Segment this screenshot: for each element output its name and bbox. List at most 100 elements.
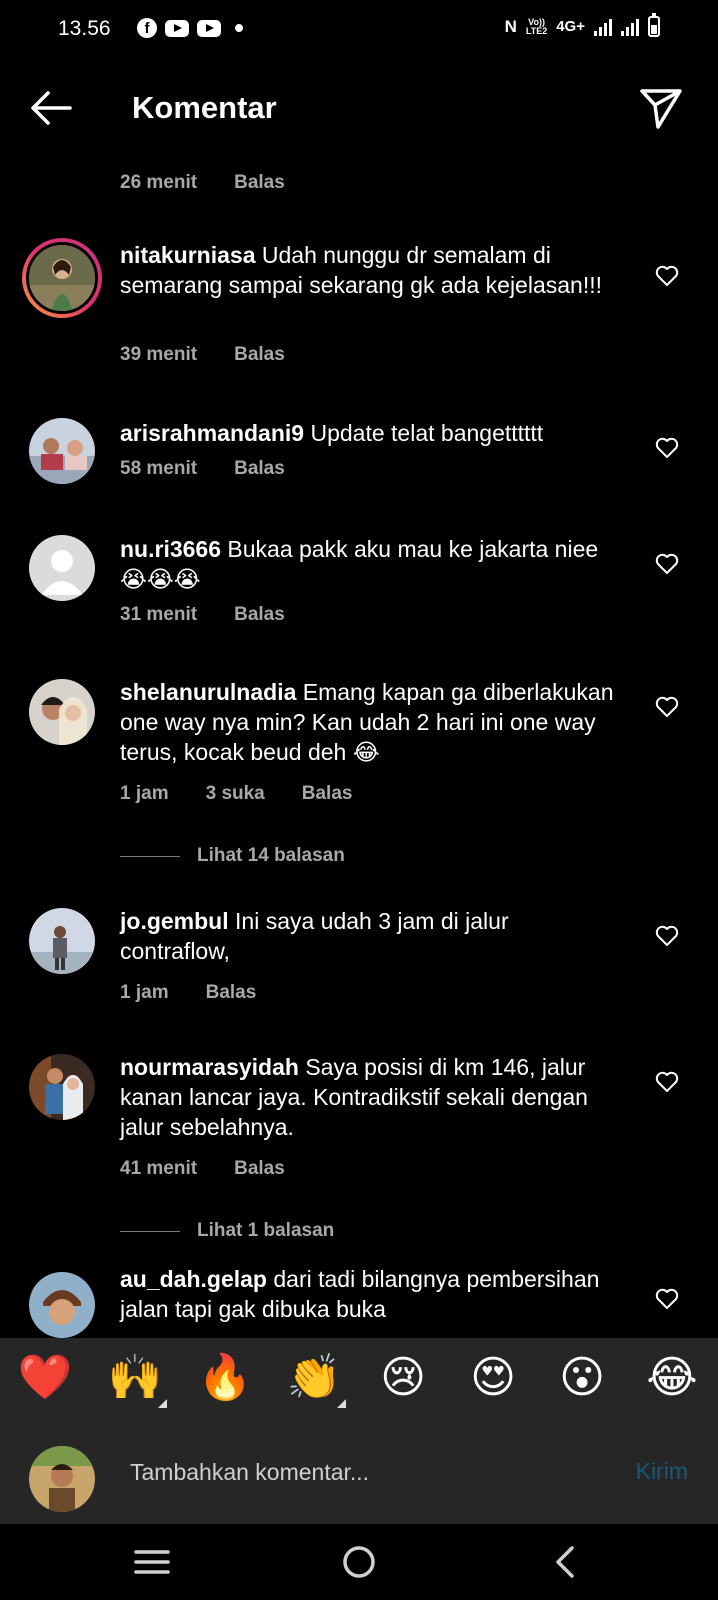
comment-list[interactable]: 26 menit Balas nitakurniasa Udah nunggu … <box>0 160 718 1338</box>
emoji-heart-eyes-button[interactable]: 😍 <box>465 1352 521 1404</box>
username[interactable]: arisrahmandani9 <box>120 420 304 446</box>
back-button[interactable] <box>28 88 74 128</box>
emoji-raised-hands-button[interactable]: 🙌 <box>107 1352 167 1408</box>
comment-meta: 31 menit Balas <box>120 604 285 626</box>
avatar[interactable] <box>29 1054 95 1120</box>
skin-tone-indicator <box>158 1399 167 1408</box>
system-icons: N Vo)) LTE2 4G+ <box>504 13 660 37</box>
like-heart-icon[interactable] <box>655 265 679 287</box>
signal-icon <box>621 18 639 36</box>
comment-time: 58 menit <box>120 458 198 479</box>
page-title: Komentar <box>132 90 277 125</box>
reply-button[interactable]: Balas <box>234 604 285 626</box>
default-avatar-icon <box>29 535 95 601</box>
divider <box>120 855 180 857</box>
comment-time: 41 menit <box>120 1158 198 1179</box>
comment-text: au_dah.gelap dari tadi bilangnya pembers… <box>120 1264 620 1324</box>
emoji-surprised-button[interactable]: 😮 <box>554 1352 610 1404</box>
chevron-left-icon <box>556 1546 574 1578</box>
avatar-image <box>29 1446 95 1512</box>
paper-plane-icon <box>640 89 682 129</box>
battery-icon <box>648 13 660 37</box>
comment-content: Update telat bangetttttt <box>310 420 544 446</box>
arrow-left-icon <box>31 91 72 125</box>
network-type: 4G+ <box>556 18 585 35</box>
username[interactable]: nu.ri3666 <box>120 536 221 562</box>
comment-text: shelanurulnadia Emang kapan ga diberlaku… <box>120 677 620 767</box>
comment-meta: 26 menit Balas <box>120 172 285 194</box>
like-heart-icon[interactable] <box>655 553 679 575</box>
comment-time: 1 jam <box>120 783 169 804</box>
nfc-icon: N <box>504 16 517 36</box>
like-heart-icon[interactable] <box>655 696 679 718</box>
comment-input[interactable] <box>130 1452 610 1492</box>
emoji-heart-button[interactable]: ❤️ <box>17 1352 73 1404</box>
reply-button[interactable]: Balas <box>234 172 285 194</box>
avatar[interactable] <box>29 908 95 974</box>
comment-composer: Kirim <box>0 1420 718 1524</box>
comment-text: nitakurniasa Udah nunggu dr semalam di s… <box>120 240 620 300</box>
avatar[interactable] <box>29 418 95 484</box>
reply-button[interactable]: Balas <box>234 1158 285 1180</box>
avatar[interactable] <box>22 238 102 318</box>
comment-item: au_dah.gelap dari tadi bilangnya pembers… <box>0 1260 718 1338</box>
like-heart-icon[interactable] <box>655 1071 679 1093</box>
divider <box>120 1230 180 1232</box>
avatar-image <box>29 245 95 311</box>
like-count[interactable]: 3 suka <box>206 783 265 805</box>
emoji-clapping-button[interactable]: 👏 <box>286 1352 346 1408</box>
reply-button[interactable]: Balas <box>234 344 285 366</box>
comment-meta: 39 menit Balas <box>120 344 285 366</box>
username[interactable]: jo.gembul <box>120 908 229 934</box>
system-back-button[interactable] <box>544 1542 588 1582</box>
emoji-fire-button[interactable]: 🔥 <box>197 1352 253 1404</box>
avatar-image <box>29 1272 95 1338</box>
home-button[interactable] <box>337 1542 381 1582</box>
username[interactable]: nitakurniasa <box>120 242 256 268</box>
like-heart-icon[interactable] <box>655 1288 679 1310</box>
skin-tone-indicator <box>337 1399 346 1408</box>
emoji-laughing-button[interactable]: 😂 <box>644 1352 700 1404</box>
like-heart-icon[interactable] <box>655 437 679 459</box>
comment-text: nu.ri3666 Bukaa pakk aku mau ke jakarta … <box>120 534 620 594</box>
comment-time: 39 menit <box>120 344 198 365</box>
send-comment-button[interactable]: Kirim <box>636 1458 688 1485</box>
avatar-image <box>29 418 95 484</box>
like-heart-icon[interactable] <box>655 925 679 947</box>
youtube-icon <box>197 19 221 37</box>
comment-text: nourmarasyidah Saya posisi di km 146, ja… <box>120 1052 620 1142</box>
youtube-icon <box>165 19 189 37</box>
reply-button[interactable]: Balas <box>206 982 257 1004</box>
more-notifications-icon <box>235 24 243 32</box>
menu-icon <box>134 1550 170 1574</box>
avatar-image <box>29 908 95 974</box>
comment-time: 26 menit <box>120 172 198 193</box>
username[interactable]: shelanurulnadia <box>120 679 296 705</box>
view-replies-button[interactable]: Lihat 14 balasan <box>120 845 345 867</box>
volte-icon: Vo)) LTE2 <box>525 16 548 36</box>
reply-button[interactable]: Balas <box>302 783 353 805</box>
avatar-image <box>29 679 95 745</box>
reply-button[interactable]: Balas <box>234 458 285 480</box>
share-button[interactable] <box>638 85 684 131</box>
avatar[interactable] <box>29 1272 95 1338</box>
username[interactable]: nourmarasyidah <box>120 1054 299 1080</box>
signal-icon <box>594 18 612 36</box>
avatar[interactable] <box>29 535 95 601</box>
recent-apps-button[interactable] <box>130 1542 174 1582</box>
comment-time: 1 jam <box>120 982 169 1003</box>
comment-meta: 1 jam 3 suka Balas <box>120 783 352 805</box>
circle-icon <box>343 1546 375 1578</box>
status-time: 13.56 <box>58 17 111 40</box>
comment-time: 31 menit <box>120 604 198 625</box>
system-navigation-bar <box>0 1524 718 1600</box>
username[interactable]: au_dah.gelap <box>120 1266 267 1292</box>
emoji-crying-button[interactable]: 😢 <box>375 1352 431 1404</box>
comment-text: jo.gembul Ini saya udah 3 jam di jalur c… <box>120 906 620 966</box>
view-replies-button[interactable]: Lihat 1 balasan <box>120 1220 334 1242</box>
comment-text: arisrahmandani9 Update telat bangetttttt <box>120 418 620 448</box>
facebook-icon: f <box>137 18 157 38</box>
status-bar: 13.56 f N Vo)) LTE2 4G+ <box>0 0 718 60</box>
avatar[interactable] <box>29 679 95 745</box>
notification-icons: f <box>137 18 243 38</box>
